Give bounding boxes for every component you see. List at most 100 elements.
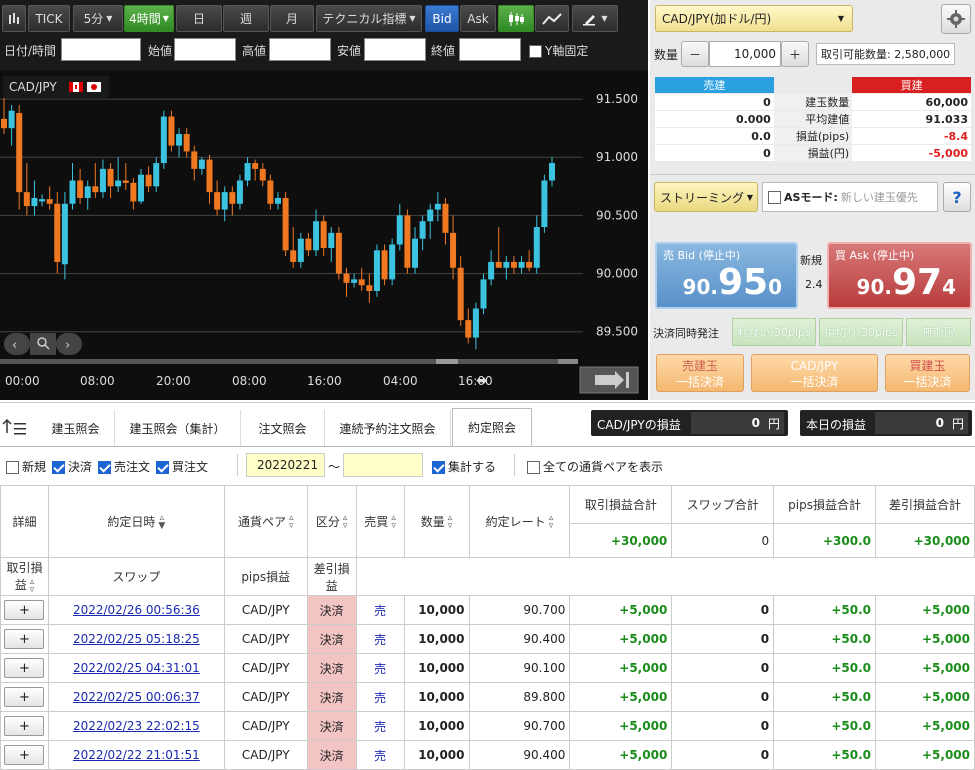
as-mode-check[interactable] [768,190,781,204]
col-kind[interactable]: 区分 ▵ ▿ [306,485,357,558]
all-pairs-checkbox[interactable]: 全ての通貨ペアを表示 [527,458,663,475]
stop-loss-button[interactable]: 損切り:30pips [819,318,903,346]
as-mode-checkbox[interactable]: ASモード: 新しい建玉優先 [762,182,938,212]
tab-continuous-orders[interactable]: 連続予約注文照会 [325,410,451,446]
filter-buy-order-check[interactable] [156,461,170,474]
chart-scrollbar-end[interactable] [558,359,578,364]
pips-cell: +50.0 [773,624,876,654]
month-button[interactable]: 月 [270,5,314,32]
bid-quote-button[interactable]: 売 Bid (停止中) 90.950 [655,242,798,309]
datetime-link[interactable]: 2022/02/23 22:02:15 [73,719,200,733]
qty-input[interactable]: 10,000 [709,41,781,67]
col-pnl[interactable]: 取引損益 ▵ ▿ [0,557,49,596]
chart-scrollbar[interactable] [0,359,578,364]
col-qty[interactable]: 数量 ▵ ▿ [403,485,470,558]
sell-value: 0 [655,145,774,161]
aggregate-check[interactable] [432,461,445,474]
sort-icon[interactable]: ▵ ▿ [448,514,453,531]
detail-expand-button[interactable]: + [4,629,45,649]
filter-sell-order-check[interactable] [98,461,112,474]
day-button[interactable]: 日 [176,5,222,32]
detail-expand-button[interactable]: + [4,745,45,765]
detail-expand-button[interactable]: + [4,600,45,620]
col-rate[interactable]: 約定レート ▵ ▿ [468,485,571,558]
date-from-input[interactable]: 20220221 [246,453,325,477]
datetime-link[interactable]: 2022/02/22 21:01:51 [73,748,200,762]
tab-positions-summary[interactable]: 建玉照会（集計） [115,410,241,446]
candlestick-icon[interactable] [498,5,534,32]
unlimited-button[interactable]: 無期限 [906,318,971,346]
as-mode-label: ASモード: [784,191,838,204]
col-datetime[interactable]: 約定日時 ▵ ▼ [47,485,225,558]
sort-icon[interactable]: ▵ ▿ [391,514,396,531]
tab-executions[interactable]: 約定照会 [452,408,532,446]
filter-settle[interactable]: 決済 [52,458,92,475]
draw-tool-icon[interactable]: ▼ [572,5,618,32]
detail-expand-button[interactable]: + [4,658,45,678]
pan-arrow-icon[interactable]: ⬌ [476,373,488,389]
interval-4h-select[interactable]: 4時間 ▼ [124,5,174,32]
pair-settle-all-label: 一括決済 [790,375,839,389]
sort-toggle-icon[interactable] [2,418,28,441]
date-to-input[interactable] [343,453,423,477]
line-chart-icon[interactable] [535,5,569,32]
scroll-right-icon[interactable]: › [56,333,82,355]
filter-settle-check[interactable] [52,461,66,474]
sort-icon[interactable]: ▵ ▿ [343,514,348,531]
filter-buy-order[interactable]: 買注文 [156,458,208,475]
gear-icon[interactable] [941,4,971,34]
tick-button[interactable]: TICK [28,5,70,32]
col-pair[interactable]: 通貨ペア ▵ ▿ [223,485,308,558]
yaxis-fix-check[interactable] [529,45,542,58]
yaxis-fix-checkbox[interactable]: Y軸固定 [529,42,588,59]
chart-type-icon[interactable] [2,5,26,32]
all-pairs-check[interactable] [527,461,540,474]
sort-icon[interactable]: ▵ ▿ [289,514,294,531]
ask-button[interactable]: Ask [460,5,496,32]
open-label: 始値 [148,44,173,58]
pnl-cell: +5,000 [569,595,673,625]
take-profit-button[interactable]: 利食い:30pips [732,318,816,346]
price-chart[interactable]: 91.500 91.000 90.500 90.000 89.500 00:00 08:0… [0,70,648,400]
interval-5min-select[interactable]: 5分 ▼ [73,5,123,32]
datetime-link[interactable]: 2022/02/25 05:18:25 [73,632,200,646]
qty-plus-button[interactable]: ＋ [781,41,809,67]
tab-positions[interactable]: 建玉照会 [37,410,115,446]
col-side[interactable]: 売買 ▵ ▿ [355,485,405,558]
week-button[interactable]: 週 [223,5,269,32]
detail-cell: + [0,595,49,625]
bid-button[interactable]: Bid [425,5,459,32]
sell-value: 0.000 [655,111,774,127]
indicator-select[interactable]: テクニカル指標 ▼ [316,5,422,32]
pips-cell: +50.0 [773,653,876,683]
pair-cell: CAD/JPY [223,711,308,741]
filter-new-check[interactable] [6,461,19,474]
zoom-icon[interactable] [30,333,56,355]
ask-quote-button[interactable]: 買 Ask (停止中) 90.974 [827,242,972,309]
sort-icon[interactable]: ▵ ▿ [549,514,554,531]
jump-latest-button[interactable] [579,366,639,394]
position-row: 0 損益(円) -5,000 [655,145,971,161]
chart-scrollbar-thumb[interactable] [436,359,458,364]
filter-sell-order[interactable]: 売注文 [98,458,150,475]
buy-position-settle-all-button[interactable]: 買建玉 一括決済 [885,354,970,392]
detail-expand-button[interactable]: + [4,687,45,707]
aggregate-checkbox[interactable]: 集計する [432,458,496,475]
tab-orders[interactable]: 注文照会 [241,410,325,446]
detail-expand-button[interactable]: + [4,716,45,736]
qty-minus-button[interactable]: － [681,41,709,67]
datetime-link[interactable]: 2022/02/25 00:06:37 [73,690,200,704]
pair-settle-all-button[interactable]: CAD/JPY 一括決済 [751,354,878,392]
filter-new[interactable]: 新規 [6,458,46,475]
sort-icon[interactable]: ▵ ▼ [158,514,165,531]
datetime-link[interactable]: 2022/02/26 00:56:36 [73,603,200,617]
sell-position-settle-all-button[interactable]: 売建玉 一括決済 [656,354,744,392]
pair-select[interactable]: CAD/JPY(加ドル/円) ▼ [655,5,853,32]
scroll-left-icon[interactable]: ‹ [4,333,30,355]
help-icon[interactable]: ? [943,182,971,212]
sell-settle-all-label: 一括決済 [675,375,724,389]
streaming-select[interactable]: ストリーミング ▼ [654,182,758,212]
datetime-link[interactable]: 2022/02/25 04:31:01 [73,661,200,675]
sort-icon[interactable]: ▵ ▿ [30,577,35,594]
filter-settle-label: 決済 [68,460,93,474]
